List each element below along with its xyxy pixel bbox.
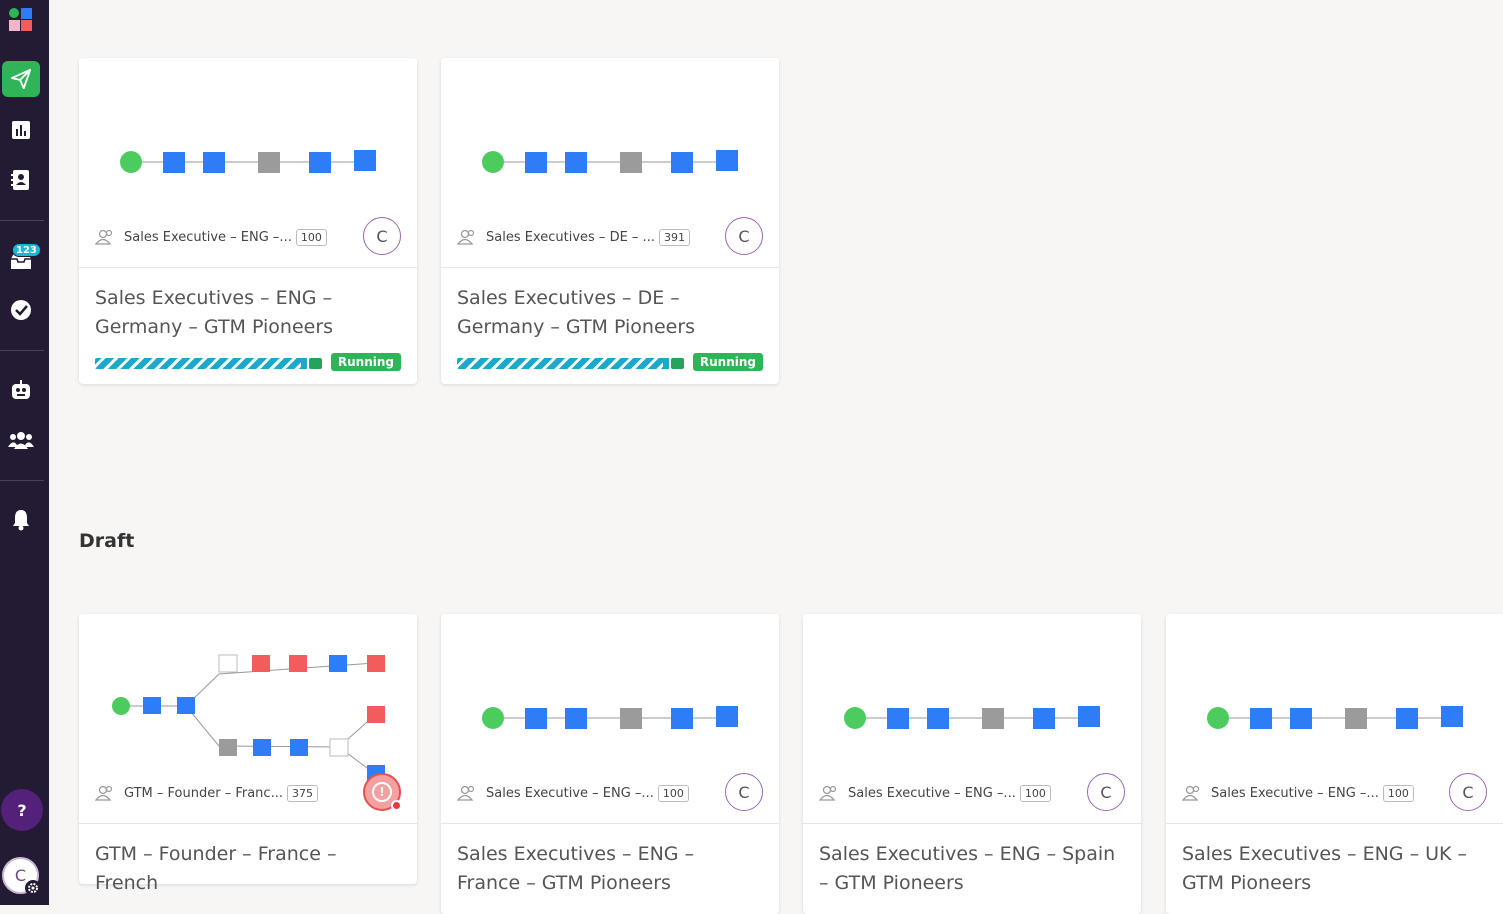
status-badge: Running <box>330 353 401 371</box>
audience-info[interactable]: Sales Executive – ENG –... 100 <box>819 782 1051 804</box>
sequence-flow-diagram <box>844 706 1100 729</box>
audience-name: Sales Executives – DE – ... <box>486 229 655 245</box>
campaign-card[interactable]: Sales Executive – ENG –... 100 C Sales E… <box>79 58 417 384</box>
users-icon <box>1182 785 1200 801</box>
owner-avatar[interactable]: C <box>1449 773 1487 811</box>
sequence-preview: Sales Executive – ENG –... 100 C <box>1166 614 1503 824</box>
analytics-nav-button[interactable] <box>2 112 40 148</box>
audience-count: 375 <box>286 784 318 802</box>
audience-count: 100 <box>657 784 689 802</box>
help-button[interactable]: ? <box>1 789 43 831</box>
app-logo[interactable] <box>8 7 34 33</box>
sequence-flow-diagram <box>120 150 376 173</box>
campaign-title[interactable]: GTM – Founder – France – French <box>79 824 417 898</box>
sequence-preview: GTM – Founder – Franc... 375 ! <box>79 614 417 824</box>
notifications-nav-button[interactable] <box>2 502 40 538</box>
campaigns-nav-button[interactable] <box>2 61 40 97</box>
sidebar-divider <box>0 220 44 221</box>
gear-icon[interactable] <box>25 880 41 896</box>
error-avatar[interactable]: ! <box>363 773 402 811</box>
audience-name: GTM – Founder – Franc... <box>124 785 283 801</box>
audience-info[interactable]: Sales Executive – ENG –... 100 <box>95 226 327 248</box>
progress-bar <box>457 358 684 369</box>
owner-avatar[interactable]: C <box>725 773 763 811</box>
audience-count: 391 <box>658 228 690 246</box>
team-nav-button[interactable] <box>2 422 40 458</box>
audience-count: 100 <box>1382 784 1414 802</box>
owner-avatar[interactable]: C <box>363 217 401 255</box>
sidebar-divider <box>0 350 44 351</box>
sequence-flow-diagram <box>112 654 385 782</box>
error-dot <box>391 800 402 811</box>
campaign-title[interactable]: Sales Executives – ENG – Germany – GTM P… <box>79 268 417 342</box>
campaign-card[interactable]: Sales Executive – ENG –... 100 C Sales E… <box>803 614 1141 914</box>
users-icon <box>457 229 475 245</box>
status-badge: Running <box>692 353 763 371</box>
campaign-title[interactable]: Sales Executives – ENG – Spain – GTM Pio… <box>803 824 1141 898</box>
progress-bar <box>95 358 322 369</box>
audience-info[interactable]: GTM – Founder – Franc... 375 <box>95 782 318 804</box>
users-icon <box>8 432 34 449</box>
owner-avatar[interactable]: C <box>1087 773 1125 811</box>
check-circle-icon <box>11 300 31 320</box>
sequence-flow-diagram <box>482 706 738 729</box>
campaign-title[interactable]: Sales Executives – ENG – France – GTM Pi… <box>441 824 779 898</box>
audience-name: Sales Executive – ENG –... <box>486 785 654 801</box>
campaign-card[interactable]: Sales Executive – ENG –... 100 C Sales E… <box>1166 614 1503 914</box>
campaign-card[interactable]: Sales Executives – DE – ... 391 C Sales … <box>441 58 779 384</box>
campaign-card[interactable]: GTM – Founder – Franc... 375 ! GTM – Fou… <box>79 614 417 894</box>
audience-count: 100 <box>1019 784 1051 802</box>
audience-count: 100 <box>295 228 327 246</box>
paper-plane-icon <box>10 68 32 90</box>
users-icon <box>819 785 837 801</box>
draft-section-title: Draft <box>79 530 135 552</box>
robot-icon <box>12 380 30 399</box>
sequence-preview: Sales Executive – ENG –... 100 C <box>441 614 779 824</box>
sidebar: 123 ? C <box>0 0 49 905</box>
campaign-title[interactable]: Sales Executives – DE – Germany – GTM Pi… <box>441 268 779 342</box>
campaign-card[interactable]: Sales Executive – ENG –... 100 C Sales E… <box>441 614 779 914</box>
sequence-flow-diagram <box>482 150 738 173</box>
tasks-nav-button[interactable] <box>2 292 40 328</box>
bar-chart-icon <box>12 121 30 139</box>
contacts-nav-button[interactable] <box>2 162 40 198</box>
bell-icon <box>13 510 29 531</box>
audience-info[interactable]: Sales Executive – ENG –... 100 <box>457 782 689 804</box>
audience-info[interactable]: Sales Executives – DE – ... 391 <box>457 226 690 248</box>
warning-icon: ! <box>372 782 392 802</box>
inbox-badge: 123 <box>12 243 41 257</box>
sequence-preview: Sales Executive – ENG –... 100 C <box>803 614 1141 824</box>
ai-assistant-nav-button[interactable] <box>2 372 40 408</box>
owner-avatar[interactable]: C <box>725 217 763 255</box>
audience-info[interactable]: Sales Executive – ENG –... 100 <box>1182 782 1414 804</box>
sequence-preview: Sales Executives – DE – ... 391 C <box>441 58 779 268</box>
audience-name: Sales Executive – ENG –... <box>848 785 1016 801</box>
users-icon <box>95 785 113 801</box>
sequence-preview: Sales Executive – ENG –... 100 C <box>79 58 417 268</box>
users-icon <box>95 229 113 245</box>
users-icon <box>457 785 475 801</box>
audience-name: Sales Executive – ENG –... <box>124 229 292 245</box>
campaign-title[interactable]: Sales Executives – ENG – UK – GTM Pionee… <box>1166 824 1503 898</box>
audience-name: Sales Executive – ENG –... <box>1211 785 1379 801</box>
sidebar-divider <box>0 480 44 481</box>
sequence-flow-diagram <box>1207 706 1463 729</box>
address-book-icon <box>11 170 29 190</box>
